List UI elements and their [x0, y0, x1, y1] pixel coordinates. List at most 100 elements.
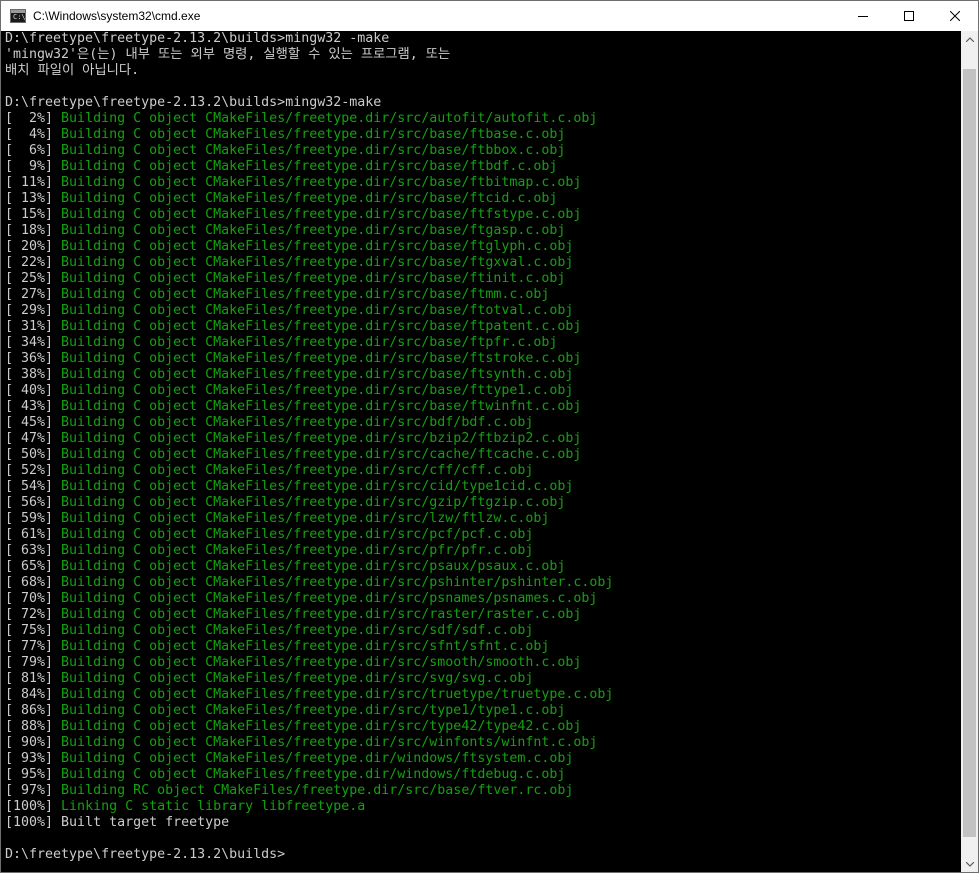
progress-percent: [ 88%]: [5, 719, 62, 734]
progress-percent: [ 29%]: [5, 303, 62, 318]
line-text: Building RC object CMakeFiles/freetype.d…: [61, 783, 574, 798]
console-line: [ 54%] Building C object CMakeFiles/free…: [5, 479, 613, 495]
line-text: Building C object CMakeFiles/freetype.di…: [61, 191, 558, 206]
console-line: [ 52%] Building C object CMakeFiles/free…: [5, 463, 613, 479]
console-line: [ 93%] Building C object CMakeFiles/free…: [5, 751, 613, 767]
progress-percent: [ 50%]: [5, 447, 62, 462]
line-text: D:\freetype\freetype-2.13.2\builds>mingw…: [5, 95, 382, 110]
console-line: [ 97%] Building RC object CMakeFiles/fre…: [5, 783, 613, 799]
console-line: [ 61%] Building C object CMakeFiles/free…: [5, 527, 613, 543]
progress-percent: [ 38%]: [5, 367, 62, 382]
line-text: Building C object CMakeFiles/freetype.di…: [61, 495, 566, 510]
line-text: D:\freetype\freetype-2.13.2\builds>: [5, 847, 286, 862]
console-line: D:\freetype\freetype-2.13.2\builds>mingw…: [5, 95, 613, 111]
progress-percent: [ 77%]: [5, 639, 62, 654]
console-line: [ 95%] Building C object CMakeFiles/free…: [5, 767, 613, 783]
console-line: [ 45%] Building C object CMakeFiles/free…: [5, 415, 613, 431]
line-text: Building C object CMakeFiles/freetype.di…: [61, 415, 534, 430]
console-line: [ 31%] Building C object CMakeFiles/free…: [5, 319, 613, 335]
console-line: [ 86%] Building C object CMakeFiles/free…: [5, 703, 613, 719]
vertical-scrollbar[interactable]: [961, 31, 978, 872]
progress-percent: [ 54%]: [5, 479, 62, 494]
line-text: Building C object CMakeFiles/freetype.di…: [61, 143, 566, 158]
line-text: Building C object CMakeFiles/freetype.di…: [61, 575, 614, 590]
progress-percent: [ 2%]: [5, 111, 62, 126]
progress-percent: [ 79%]: [5, 655, 62, 670]
console-line: [100%] Built target freetype: [5, 815, 613, 831]
progress-percent: [ 86%]: [5, 703, 62, 718]
progress-percent: [ 40%]: [5, 383, 62, 398]
console-line: [ 50%] Building C object CMakeFiles/free…: [5, 447, 613, 463]
line-text: Building C object CMakeFiles/freetype.di…: [61, 223, 566, 238]
console-line: [ 27%] Building C object CMakeFiles/free…: [5, 287, 613, 303]
console-line: [ 18%] Building C object CMakeFiles/free…: [5, 223, 613, 239]
progress-percent: [ 59%]: [5, 511, 62, 526]
console-line: [ 75%] Building C object CMakeFiles/free…: [5, 623, 613, 639]
line-text: Building C object CMakeFiles/freetype.di…: [61, 463, 534, 478]
console-line: [ 77%] Building C object CMakeFiles/free…: [5, 639, 613, 655]
progress-percent: [ 52%]: [5, 463, 62, 478]
line-text: Building C object CMakeFiles/freetype.di…: [61, 511, 550, 526]
progress-percent: [ 6%]: [5, 143, 62, 158]
progress-percent: [ 4%]: [5, 127, 62, 142]
line-text: Building C object CMakeFiles/freetype.di…: [61, 255, 574, 270]
line-text: Building C object CMakeFiles/freetype.di…: [61, 447, 582, 462]
scroll-down-arrow-icon: [965, 862, 974, 867]
line-text: Building C object CMakeFiles/freetype.di…: [61, 527, 534, 542]
progress-percent: [ 72%]: [5, 607, 62, 622]
progress-percent: [ 18%]: [5, 223, 62, 238]
cmd-window: C:\ C:\Windows\system32\cmd.exe D:\freet…: [0, 0, 979, 873]
line-text: Building C object CMakeFiles/freetype.di…: [61, 767, 566, 782]
progress-percent: [ 63%]: [5, 543, 62, 558]
line-text: Building C object CMakeFiles/freetype.di…: [61, 655, 582, 670]
minimize-button[interactable]: [840, 1, 886, 31]
console-line: [ 70%] Building C object CMakeFiles/free…: [5, 591, 613, 607]
console-line: [ 6%] Building C object CMakeFiles/freet…: [5, 143, 613, 159]
console-line: [ 68%] Building C object CMakeFiles/free…: [5, 575, 613, 591]
console-line: [ 90%] Building C object CMakeFiles/free…: [5, 735, 613, 751]
maximize-button[interactable]: [886, 1, 932, 31]
line-text: Building C object CMakeFiles/freetype.di…: [61, 335, 558, 350]
console-line: [ 15%] Building C object CMakeFiles/free…: [5, 207, 613, 223]
line-text: Building C object CMakeFiles/freetype.di…: [61, 671, 534, 686]
line-text: Building C object CMakeFiles/freetype.di…: [61, 367, 574, 382]
progress-percent: [ 95%]: [5, 767, 62, 782]
console-line: [ 13%] Building C object CMakeFiles/free…: [5, 191, 613, 207]
console-line: [ 11%] Building C object CMakeFiles/free…: [5, 175, 613, 191]
console-line: [ 56%] Building C object CMakeFiles/free…: [5, 495, 613, 511]
console-line: [ 2%] Building C object CMakeFiles/freet…: [5, 111, 613, 127]
line-text: D:\freetype\freetype-2.13.2\builds>mingw…: [5, 31, 390, 46]
maximize-icon: [904, 11, 914, 21]
console-line: [ 22%] Building C object CMakeFiles/free…: [5, 255, 613, 271]
progress-percent: [ 65%]: [5, 559, 62, 574]
console-line: [ 38%] Building C object CMakeFiles/free…: [5, 367, 613, 383]
scroll-up-button[interactable]: [961, 31, 978, 48]
line-text: Building C object CMakeFiles/freetype.di…: [61, 703, 566, 718]
console-output[interactable]: D:\freetype\freetype-2.13.2\builds>mingw…: [1, 31, 961, 872]
progress-percent: [ 68%]: [5, 575, 62, 590]
progress-percent: [ 20%]: [5, 239, 62, 254]
console-line: [ 81%] Building C object CMakeFiles/free…: [5, 671, 613, 687]
cmd-app-icon[interactable]: C:\: [10, 9, 26, 23]
progress-percent: [100%]: [5, 815, 62, 830]
title-bar[interactable]: C:\ C:\Windows\system32\cmd.exe: [1, 1, 978, 31]
app-icon-label: C:\: [13, 13, 26, 21]
line-text: Building C object CMakeFiles/freetype.di…: [61, 111, 598, 126]
console-line: 배치 파일이 아닙니다.: [5, 63, 613, 79]
console-line: [ 47%] Building C object CMakeFiles/free…: [5, 431, 613, 447]
console-line: [100%] Linking C static library libfreet…: [5, 799, 613, 815]
line-text: Building C object CMakeFiles/freetype.di…: [61, 431, 582, 446]
progress-percent: [ 70%]: [5, 591, 62, 606]
progress-percent: [ 13%]: [5, 191, 62, 206]
console-line: D:\freetype\freetype-2.13.2\builds>: [5, 847, 613, 863]
line-text: Building C object CMakeFiles/freetype.di…: [61, 127, 566, 142]
progress-percent: [ 93%]: [5, 751, 62, 766]
console-line: [ 88%] Building C object CMakeFiles/free…: [5, 719, 613, 735]
progress-percent: [ 84%]: [5, 687, 62, 702]
scroll-down-button[interactable]: [961, 856, 978, 872]
scroll-thumb[interactable]: [963, 69, 976, 837]
close-button[interactable]: [932, 1, 978, 31]
line-text: Building C object CMakeFiles/freetype.di…: [61, 607, 582, 622]
